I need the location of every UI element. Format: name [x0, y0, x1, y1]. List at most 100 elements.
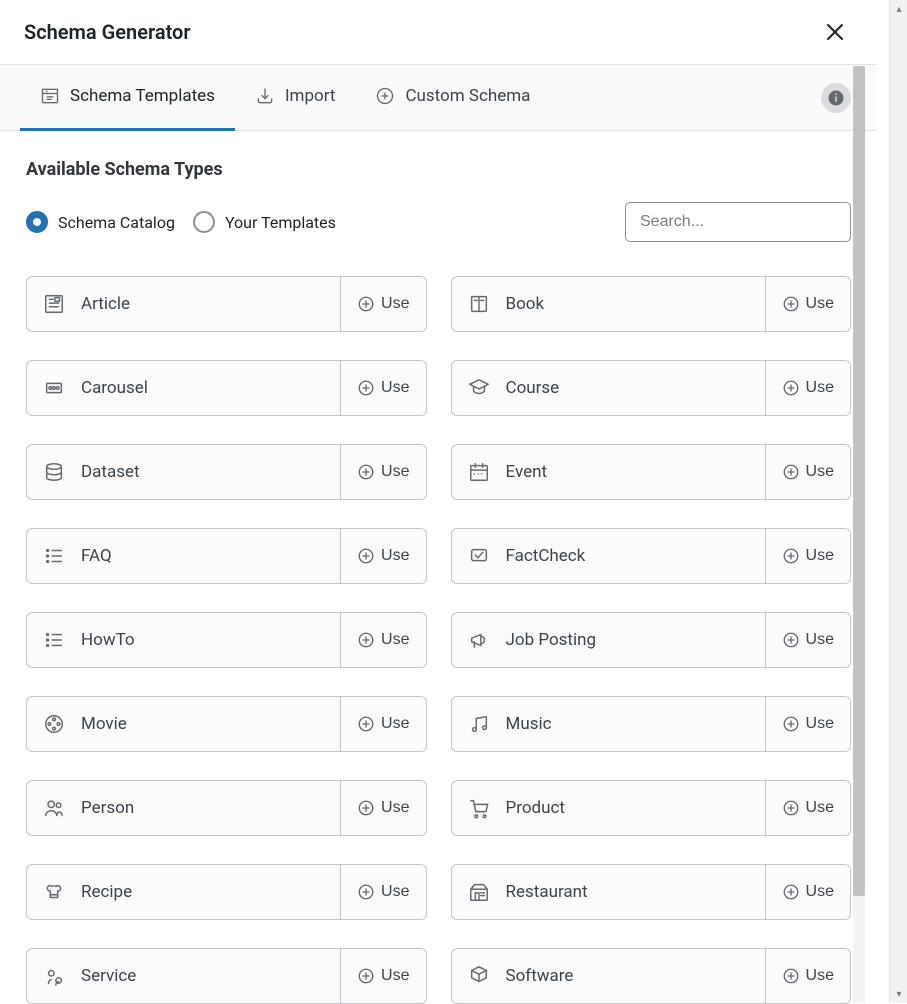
tab-label: Schema Templates	[70, 86, 215, 106]
use-label: Use	[806, 379, 834, 397]
tab-custom-schema[interactable]: Custom Schema	[355, 65, 550, 131]
schema-name: Software	[506, 966, 574, 986]
schema-card-book: Book Use	[451, 276, 852, 332]
radio-your-templates[interactable]: Your Templates	[193, 211, 336, 233]
schema-card-label: Software	[452, 949, 765, 1003]
plus-circle-icon	[357, 715, 375, 733]
schema-card-music: MusicUse	[451, 696, 852, 752]
use-label: Use	[381, 799, 409, 817]
import-icon	[255, 86, 275, 106]
outer-scrollbar[interactable]: ▴ ▾	[889, 0, 907, 1003]
software-icon	[468, 965, 490, 987]
tab-import[interactable]: Import	[235, 65, 356, 131]
schema-generator-modal: Schema Generator Schema Templates Import…	[0, 0, 877, 1003]
plus-circle-icon	[782, 547, 800, 565]
schema-card-label: Carousel	[27, 361, 340, 415]
use-button-movie[interactable]: Use	[340, 697, 425, 751]
restaurant-icon	[468, 881, 490, 903]
use-button-jobposting[interactable]: Use	[765, 613, 850, 667]
use-button-person[interactable]: Use	[340, 781, 425, 835]
schema-card-label: Book	[452, 277, 765, 331]
plus-circle-icon	[782, 883, 800, 901]
use-button-service[interactable]: Use	[340, 949, 425, 1003]
use-button-course[interactable]: Use	[765, 361, 850, 415]
plus-circle-icon	[782, 295, 800, 313]
use-label: Use	[806, 295, 834, 313]
use-button-restaurant[interactable]: Use	[765, 865, 850, 919]
use-button-recipe[interactable]: Use	[340, 865, 425, 919]
plus-circle-icon	[357, 463, 375, 481]
radio-label: Your Templates	[225, 213, 336, 232]
schema-card-label: Movie	[27, 697, 340, 751]
use-button-howto[interactable]: Use	[340, 613, 425, 667]
radio-schema-catalog[interactable]: Schema Catalog	[26, 211, 175, 233]
schema-name: Movie	[81, 714, 127, 734]
use-label: Use	[381, 547, 409, 565]
recipe-icon	[43, 881, 65, 903]
use-label: Use	[381, 715, 409, 733]
scroll-up-arrow-icon[interactable]: ▴	[890, 0, 907, 18]
plus-circle-icon	[782, 715, 800, 733]
product-icon	[468, 797, 490, 819]
templates-icon	[40, 86, 60, 106]
schema-name: Service	[81, 966, 136, 986]
schema-card-jobposting: Job PostingUse	[451, 612, 852, 668]
schema-card-course: Course Use	[451, 360, 852, 416]
schema-card-recipe: Recipe Use	[26, 864, 427, 920]
music-icon	[468, 713, 490, 735]
schema-card-label: Restaurant	[452, 865, 765, 919]
inner-scrollbar-track[interactable]	[853, 66, 865, 1003]
schema-card-label: Recipe	[27, 865, 340, 919]
modal-header: Schema Generator	[0, 0, 877, 65]
use-button-event[interactable]: Use	[765, 445, 850, 499]
schema-card-restaurant: Restaurant Use	[451, 864, 852, 920]
use-label: Use	[806, 883, 834, 901]
use-button-faq[interactable]: Use	[340, 529, 425, 583]
use-label: Use	[381, 883, 409, 901]
use-button-book[interactable]: Use	[765, 277, 850, 331]
schema-card-product: ProductUse	[451, 780, 852, 836]
use-button-carousel[interactable]: Use	[340, 361, 425, 415]
schema-card-software: Software Use	[451, 948, 852, 1004]
list-icon	[43, 545, 65, 567]
inner-scrollbar-thumb[interactable]	[853, 66, 865, 896]
plus-circle-icon	[357, 883, 375, 901]
scroll-down-arrow-icon[interactable]: ▾	[890, 985, 907, 1003]
use-button-software[interactable]: Use	[765, 949, 850, 1003]
use-button-music[interactable]: Use	[765, 697, 850, 751]
schema-name: Restaurant	[506, 882, 588, 902]
schema-card-label: Course	[452, 361, 765, 415]
tab-label: Import	[285, 86, 336, 106]
close-button[interactable]	[817, 14, 853, 50]
schema-card-faq: FAQ Use	[26, 528, 427, 584]
use-label: Use	[806, 631, 834, 649]
schema-name: Book	[506, 294, 545, 314]
schema-card-label: Service	[27, 949, 340, 1003]
use-button-dataset[interactable]: Use	[340, 445, 425, 499]
article-icon	[43, 293, 65, 315]
tab-label: Custom Schema	[405, 86, 530, 106]
list-icon	[43, 629, 65, 651]
use-button-product[interactable]: Use	[765, 781, 850, 835]
radio-circle-selected-icon	[26, 211, 48, 233]
use-button-factcheck[interactable]: Use	[765, 529, 850, 583]
schema-name: FAQ	[81, 546, 112, 566]
filter-row: Schema Catalog Your Templates	[26, 202, 851, 242]
plus-circle-icon	[782, 799, 800, 817]
schema-card-label: FactCheck	[452, 529, 765, 583]
info-button[interactable]	[821, 83, 851, 113]
plus-circle-icon	[357, 967, 375, 985]
schema-card-label: FAQ	[27, 529, 340, 583]
use-button-article[interactable]: Use	[340, 277, 425, 331]
schema-name: Dataset	[81, 462, 140, 482]
schema-card-movie: Movie Use	[26, 696, 427, 752]
movie-icon	[43, 713, 65, 735]
plus-circle-icon	[782, 463, 800, 481]
search-input[interactable]	[625, 202, 851, 242]
info-icon	[827, 89, 845, 107]
tab-schema-templates[interactable]: Schema Templates	[20, 65, 235, 131]
schema-card-howto: HowToUse	[26, 612, 427, 668]
schema-card-label: Product	[452, 781, 765, 835]
book-icon	[468, 293, 490, 315]
plus-circle-icon	[357, 631, 375, 649]
